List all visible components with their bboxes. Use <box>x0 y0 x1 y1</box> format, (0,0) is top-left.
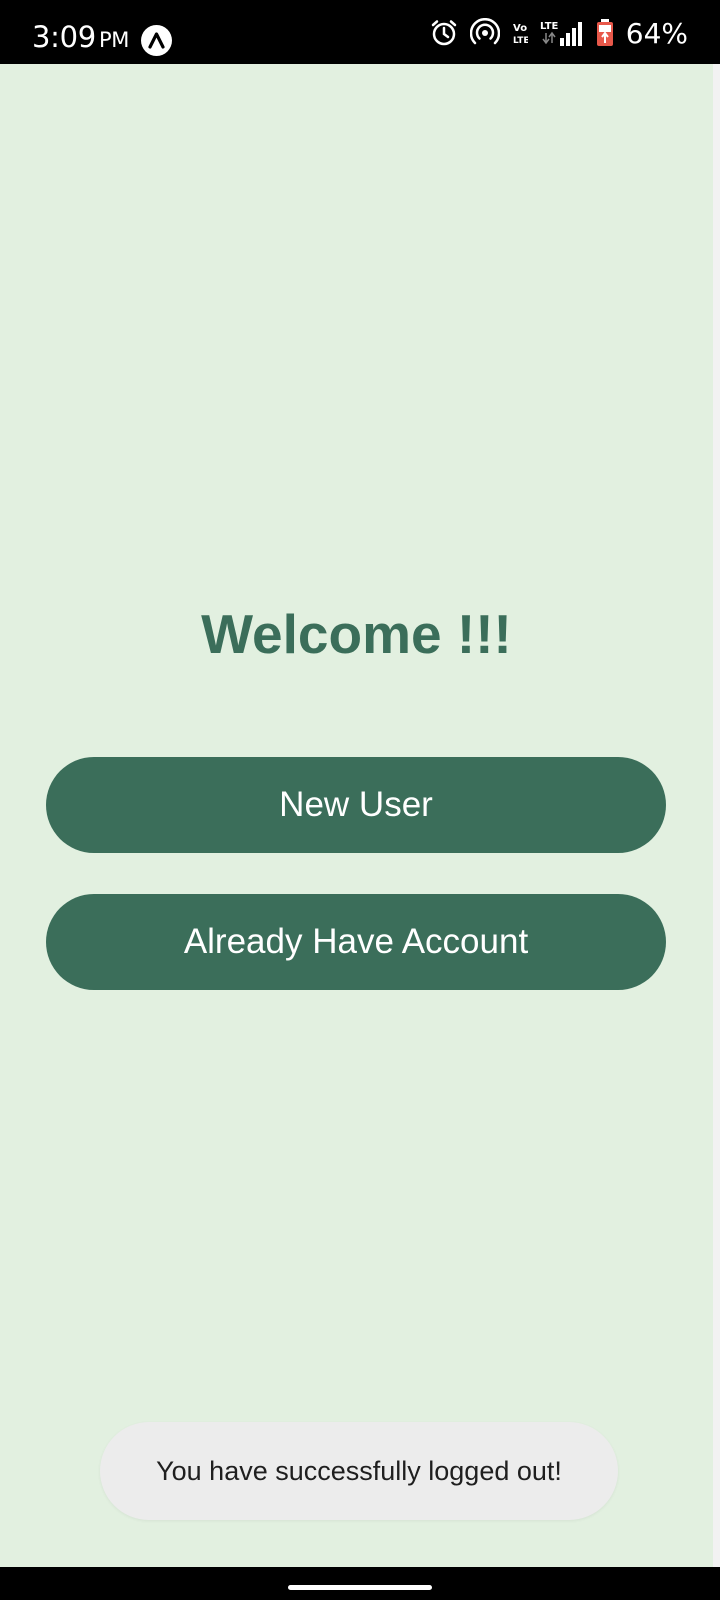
svg-text:Vo: Vo <box>513 23 527 34</box>
logout-toast: You have successfully logged out! <box>100 1422 618 1520</box>
already-have-account-button[interactable]: Already Have Account <box>46 894 666 990</box>
app-badge-icon <box>141 25 172 56</box>
new-user-button-label: New User <box>279 785 433 824</box>
svg-text:LTE: LTE <box>513 36 528 46</box>
clock-ampm: PM <box>98 28 130 52</box>
phone-screen: 3:09 PM Vo LTE LTE 64% Welcome !!! New U… <box>0 0 720 1600</box>
hotspot-icon <box>469 18 500 48</box>
already-have-account-button-label: Already Have Account <box>183 922 529 961</box>
edge-strip <box>713 64 720 1567</box>
battery-icon <box>596 19 614 47</box>
home-gesture-handle[interactable] <box>288 1585 432 1590</box>
battery-percent: 64% <box>625 16 688 50</box>
page-title: Welcome !!! <box>201 603 512 665</box>
signal-icon: LTE <box>540 19 584 47</box>
status-time: 3:09 PM <box>32 20 129 54</box>
welcome-screen: Welcome !!! New User Already Have Accoun… <box>0 64 713 1567</box>
toast-message: You have successfully logged out! <box>156 1455 562 1486</box>
status-bar: 3:09 PM Vo LTE LTE 64% <box>0 0 720 64</box>
volte-icon: Vo LTE <box>512 20 528 46</box>
navigation-bar <box>0 1567 720 1600</box>
clock-time: 3:09 <box>32 20 96 54</box>
svg-text:LTE: LTE <box>540 21 559 32</box>
status-icons: Vo LTE LTE 64% <box>430 16 688 50</box>
new-user-button[interactable]: New User <box>46 757 666 853</box>
alarm-icon <box>430 19 458 47</box>
